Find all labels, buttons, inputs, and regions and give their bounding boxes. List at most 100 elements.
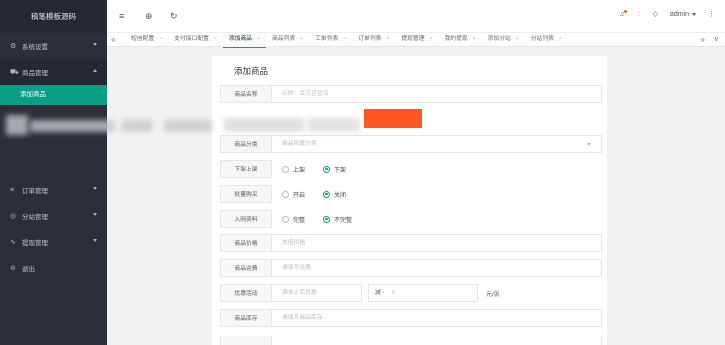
tabs-prev-icon[interactable]: « xyxy=(111,33,115,47)
more-icon[interactable]: ⋮ xyxy=(708,10,715,18)
field-label: 商品库存 xyxy=(220,309,272,327)
radio-option-a[interactable]: 完整 xyxy=(282,215,305,224)
list-icon: ≡ xyxy=(10,186,15,194)
close-icon[interactable]: × xyxy=(559,36,562,42)
tabs-next-icon[interactable]: » xyxy=(701,33,705,47)
chevron-down-icon xyxy=(93,43,97,46)
next-field-input[interactable] xyxy=(272,336,602,345)
nav-label: 订单管理 xyxy=(22,188,48,195)
tabs-expand-icon[interactable]: ∨ xyxy=(714,33,719,47)
nav-label: 系统设置 xyxy=(22,44,48,51)
page-title: 添加商品 xyxy=(234,66,269,76)
field-label: 商品分类 xyxy=(220,135,272,153)
close-icon[interactable]: × xyxy=(430,36,433,42)
row-shipping: 商品运费 请填写运费 xyxy=(220,259,602,277)
close-icon[interactable]: × xyxy=(516,36,519,42)
logout-icon: ⊘ xyxy=(10,265,16,272)
nav-label: 提现管理 xyxy=(22,240,48,247)
price-input[interactable]: 充值价格 xyxy=(272,234,602,252)
nav-item-withdraw-management[interactable]: ∿ 提现管理 xyxy=(0,229,107,255)
tag-icon[interactable]: ◇ xyxy=(653,10,658,18)
chevron-down-icon xyxy=(93,213,97,216)
close-icon[interactable]: × xyxy=(343,36,346,42)
redacted-block xyxy=(224,118,304,132)
radio-checked-icon xyxy=(323,215,331,223)
chevron-down-icon xyxy=(692,12,696,16)
close-icon[interactable]: × xyxy=(473,36,476,42)
row-inventory: 商品库存 请填写商品库存 xyxy=(220,309,602,327)
radio-checked-icon xyxy=(323,190,331,198)
row-bulk-purchase: 批量购买 开启 关闭 xyxy=(220,185,358,203)
tab-product-list[interactable]: 商品列表 × xyxy=(266,33,309,47)
user-menu[interactable]: admin xyxy=(670,11,696,18)
radio-icon xyxy=(282,215,289,223)
tab-add-product[interactable]: 添加商品 × xyxy=(222,33,267,48)
notification-dot xyxy=(624,9,628,13)
nav-item-order-management[interactable]: ≡ 订单管理 xyxy=(0,177,107,203)
nav-item-substation-management[interactable]: ◎ 分站管理 xyxy=(0,203,107,229)
row-next-partial xyxy=(220,336,602,345)
tab-ticket-list[interactable]: 工单列表 × xyxy=(309,33,352,47)
radio-icon xyxy=(282,165,289,173)
nav-item-system-settings[interactable]: ⚙ 系统设置 xyxy=(0,33,107,59)
close-icon[interactable]: × xyxy=(214,36,217,42)
row-entry-info: 入网资料 完整 不完整 xyxy=(220,210,364,228)
globe-icon: ◎ xyxy=(10,213,17,220)
tab-sms-config[interactable]: 短信配置 × xyxy=(125,33,168,47)
row-product-name: 商品名称 示例：百万豆豆鸟 xyxy=(220,85,602,103)
skin-icon[interactable]: ◌ xyxy=(636,11,640,18)
field-label: 商品价格 xyxy=(220,234,272,252)
promo-unit: 元/张 xyxy=(486,291,500,298)
top-header: ≡ ⊕ ↻ ♫ ◌ ◇ admin ⋮ xyxy=(107,0,725,33)
gear-icon: ⚙ xyxy=(10,43,17,50)
refresh-icon[interactable]: ↻ xyxy=(170,11,178,22)
bell-icon[interactable]: ♫ xyxy=(619,9,628,18)
tab-order-list[interactable]: 订单列表 × xyxy=(352,33,395,47)
radio-option-a[interactable]: 开启 xyxy=(282,190,305,199)
chart-icon: ∿ xyxy=(10,239,16,246)
field-label: 下架上架 xyxy=(220,160,272,178)
product-name-input[interactable]: 示例：百万豆豆鸟 xyxy=(272,85,602,103)
row-price: 商品价格 充值价格 xyxy=(220,234,602,252)
tab-payment-config[interactable]: 支付接口配置 × xyxy=(168,33,223,47)
row-promotion: 优惠活动 满多少后优惠 减 - 0 元/张 xyxy=(220,284,500,302)
close-icon[interactable]: × xyxy=(300,36,303,42)
chevron-down-icon xyxy=(587,143,591,146)
field-label: 入网资料 xyxy=(220,210,272,228)
close-icon[interactable]: × xyxy=(159,36,162,42)
radio-group: 开启 关闭 xyxy=(272,190,358,199)
category-select[interactable]: 商品所属分类 xyxy=(272,135,602,153)
close-icon[interactable]: × xyxy=(257,36,260,42)
promo-threshold-input[interactable]: 满多少后优惠 xyxy=(272,284,362,302)
nav-item-product-management[interactable]: ⛟ 商品管理 xyxy=(0,59,107,85)
globe-icon[interactable]: ⊕ xyxy=(145,11,153,22)
nav-label: 商品管理 xyxy=(22,70,48,77)
field-label: 批量购买 xyxy=(220,185,272,203)
close-icon[interactable]: × xyxy=(386,36,389,42)
chevron-down-icon xyxy=(93,239,97,242)
field-label: 商品运费 xyxy=(220,259,272,277)
tab-my-withdraw[interactable]: 我的提现 × xyxy=(438,33,481,47)
promo-discount-input[interactable]: 减 - 0 xyxy=(368,284,478,302)
radio-icon xyxy=(282,190,289,198)
nav-item-logout[interactable]: ⊘ 退出 xyxy=(0,255,107,281)
chevron-up-icon xyxy=(93,69,97,72)
shipping-input[interactable]: 请填写运费 xyxy=(272,259,602,277)
redacted-block xyxy=(6,115,28,135)
tab-substation-list[interactable]: 分站列表 × xyxy=(525,33,568,47)
chevron-down-icon xyxy=(93,187,97,190)
username: admin xyxy=(669,10,689,18)
menu-toggle-icon[interactable]: ≡ xyxy=(119,11,124,21)
inventory-input[interactable]: 请填写商品库存 xyxy=(272,309,602,327)
tab-withdraw-management[interactable]: 提现管理 × xyxy=(395,33,438,47)
field-label xyxy=(220,336,272,345)
radio-option-b[interactable]: 不完整 xyxy=(323,215,352,224)
radio-group: 上架 下架 xyxy=(272,165,358,174)
nav-sub-add-product[interactable]: 添加商品 xyxy=(0,85,107,105)
radio-option-a[interactable]: 上架 xyxy=(282,165,305,174)
radio-option-b[interactable]: 关闭 xyxy=(323,190,346,199)
upload-button[interactable] xyxy=(364,109,422,128)
radio-option-b[interactable]: 下架 xyxy=(323,165,346,174)
row-listing-status: 下架上架 上架 下架 xyxy=(220,160,358,178)
tab-add-substation[interactable]: 添加分站 × xyxy=(482,33,525,47)
